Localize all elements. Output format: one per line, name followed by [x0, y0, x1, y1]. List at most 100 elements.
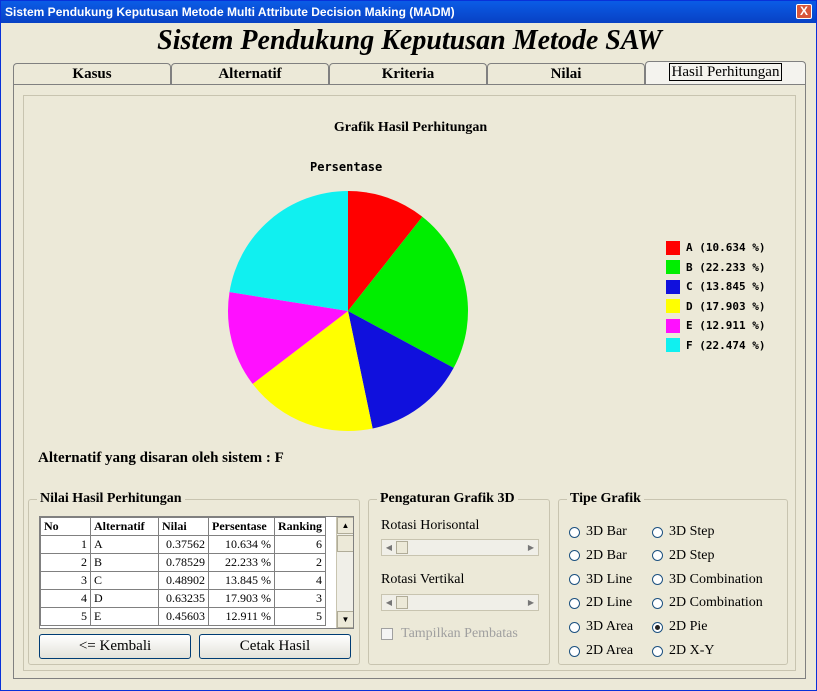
back-button[interactable]: <= Kembali	[39, 634, 191, 659]
radio-label: 3D Step	[669, 524, 715, 539]
legend-label: F (22.474 %)	[686, 338, 766, 352]
table-header-row: No Alternatif Nilai Persentase Ranking	[40, 517, 327, 536]
radio-icon[interactable]	[652, 574, 663, 586]
table-cell: 2	[273, 553, 327, 572]
radio-icon[interactable]	[569, 645, 580, 657]
table-cell: 3	[40, 571, 91, 590]
horizontal-rotation-label: Rotasi Horisontal	[381, 518, 480, 533]
table-cell: 0.63235	[158, 589, 209, 608]
table-header-cell[interactable]: Alternatif	[90, 517, 159, 536]
legend-swatch	[666, 260, 680, 275]
table-cell: 6	[273, 535, 327, 554]
legend-item: E (12.911 %)	[666, 316, 765, 336]
chart-type-option-3d-step[interactable]: 3D Step	[652, 524, 715, 540]
scroll-thumb[interactable]	[337, 535, 353, 552]
arrow-right-icon[interactable]: ▶	[524, 595, 538, 610]
table-cell: 10.634 %	[208, 535, 275, 554]
table-cell: 17.903 %	[208, 589, 275, 608]
suggestion-text: Alternatif yang disaran oleh sistem : F	[38, 450, 284, 466]
tab-kriteria[interactable]: Kriteria	[329, 63, 487, 85]
radio-label: 2D Combination	[669, 595, 763, 611]
legend-swatch	[666, 279, 680, 294]
chart-type-option-2d-step[interactable]: 2D Step	[652, 548, 715, 564]
vertical-rotation-slider[interactable]: ◀ ▶	[381, 594, 539, 611]
table-header-cell[interactable]: No	[40, 517, 91, 536]
legend-item: C (13.845 %)	[666, 277, 765, 297]
arrow-right-icon[interactable]: ▶	[524, 540, 538, 555]
chart-type-option-2d-pie[interactable]: 2D Pie	[652, 619, 708, 635]
chart-type-option-2d-bar[interactable]: 2D Bar	[569, 548, 627, 564]
radio-icon[interactable]	[652, 550, 663, 562]
table-cell: 0.48902	[158, 571, 209, 590]
tab-hasil-perhitungan[interactable]: Hasil Perhitungan	[645, 61, 806, 85]
radio-icon[interactable]	[652, 621, 663, 633]
radio-icon[interactable]	[652, 645, 663, 657]
tab-kasus[interactable]: Kasus	[13, 63, 171, 85]
table-header-cell[interactable]: Persentase	[208, 517, 275, 536]
radio-icon[interactable]	[569, 550, 580, 562]
radio-icon[interactable]	[569, 526, 580, 538]
scroll-down-icon[interactable]: ▼	[337, 611, 353, 628]
tab-alternatif[interactable]: Alternatif	[171, 63, 329, 85]
radio-icon[interactable]	[652, 597, 663, 609]
legend-item: B (22.233 %)	[666, 258, 765, 278]
chart-type-option-2d-area[interactable]: 2D Area	[569, 643, 633, 659]
radio-label: 2D Pie	[669, 619, 708, 635]
results-group: Nilai Hasil Perhitungan No Alternatif Nila…	[28, 491, 360, 665]
legend-item: F (22.474 %)	[666, 336, 765, 356]
results-table-container: No Alternatif Nilai Persentase Ranking 1 A 0.3…	[39, 516, 354, 629]
chart-type-option-3d-bar[interactable]: 3D Bar	[569, 524, 627, 540]
table-cell: 4	[273, 571, 327, 590]
table-row[interactable]: 3 C 0.48902 13.845 % 4	[40, 571, 327, 590]
table-cell: 0.45603	[158, 607, 209, 626]
legend-item: A (10.634 %)	[666, 238, 765, 258]
table-cell: 5	[273, 607, 327, 626]
horizontal-slider-thumb[interactable]	[396, 541, 408, 554]
chart-type-option-3d-combination[interactable]: 3D Combination	[652, 572, 763, 588]
table-row[interactable]: 2 B 0.78529 22.233 % 2	[40, 553, 327, 572]
radio-label: 2D Area	[586, 643, 634, 658]
results-table: No Alternatif Nilai Persentase Ranking 1 A 0.3…	[40, 517, 327, 626]
table-row[interactable]: 4 D 0.63235 17.903 % 3	[40, 589, 327, 608]
chart-type-option-2d-x-y[interactable]: 2D X-Y	[652, 643, 715, 659]
checkbox-box[interactable]	[381, 628, 393, 640]
chart-type-option-2d-combination[interactable]: 2D Combination	[652, 595, 763, 611]
table-cell: D	[90, 589, 159, 608]
radio-label: 3D Combination	[669, 571, 763, 587]
radio-icon[interactable]	[652, 526, 663, 538]
radio-label: 2D X-Y	[669, 643, 715, 658]
table-scrollbar[interactable]: ▲ ▼	[336, 517, 353, 628]
arrow-left-icon[interactable]: ◀	[382, 540, 396, 555]
legend-label: B (22.233 %)	[686, 260, 766, 274]
legend-label: D (17.903 %)	[686, 299, 766, 313]
table-row[interactable]: 5 E 0.45603 12.911 % 5	[40, 607, 327, 626]
table-row[interactable]: 1 A 0.37562 10.634 % 6	[40, 535, 327, 554]
chart-type-option-3d-line[interactable]: 3D Line	[569, 572, 632, 588]
horizontal-rotation-slider[interactable]: ◀ ▶	[381, 539, 539, 556]
legend-swatch	[666, 338, 680, 353]
table-cell: E	[90, 607, 159, 626]
show-divider-checkbox[interactable]: Tampilkan Pembatas	[381, 626, 518, 642]
close-button[interactable]: X	[796, 4, 812, 19]
vertical-slider-thumb[interactable]	[396, 596, 408, 609]
table-cell: 13.845 %	[208, 571, 275, 590]
chart-type-option-3d-area[interactable]: 3D Area	[569, 619, 633, 635]
app-title: Sistem Pendukung Keputusan Metode SAW	[157, 25, 662, 56]
table-header-cell[interactable]: Nilai	[158, 517, 209, 536]
print-button[interactable]: Cetak Hasil	[199, 634, 351, 659]
radio-icon[interactable]	[569, 621, 580, 633]
table-cell: A	[90, 535, 159, 554]
chart-type-option-2d-line[interactable]: 2D Line	[569, 595, 632, 611]
scroll-up-icon[interactable]: ▲	[337, 517, 353, 534]
settings-group: Pengaturan Grafik 3D Rotasi Horisontal ◀…	[368, 491, 550, 665]
radio-icon[interactable]	[569, 574, 580, 586]
arrow-left-icon[interactable]: ◀	[382, 595, 396, 610]
table-cell: 5	[40, 607, 91, 626]
table-cell: 4	[40, 589, 91, 608]
results-title: Nilai Hasil Perhitungan	[37, 491, 185, 507]
table-cell: 2	[40, 553, 91, 572]
table-header-cell[interactable]: Ranking	[273, 517, 327, 536]
legend-swatch	[666, 318, 680, 333]
tab-nilai[interactable]: Nilai	[487, 63, 645, 85]
radio-icon[interactable]	[569, 597, 580, 609]
